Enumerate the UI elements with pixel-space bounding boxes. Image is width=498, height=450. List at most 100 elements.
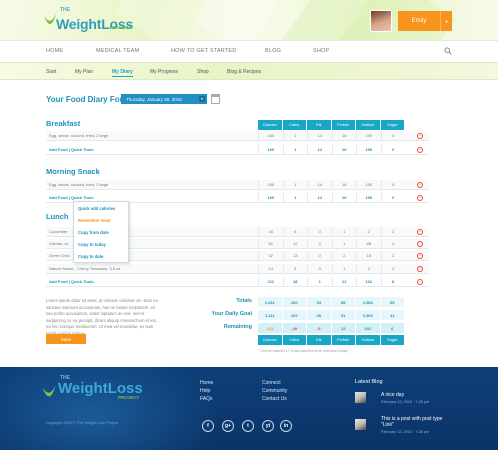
col-fat: Fat	[307, 335, 332, 345]
cell: 1,231	[258, 297, 283, 307]
cell: 12	[282, 238, 308, 249]
cell: 1	[282, 179, 308, 190]
cell: 2	[331, 250, 357, 261]
col-sodium: Sodium	[356, 335, 381, 345]
page-title: Your Food Diary For:	[46, 95, 126, 104]
calendar-icon[interactable]	[211, 94, 220, 104]
add-food-link[interactable]: Add Food | Quick Tools	[46, 279, 258, 284]
cell: 0	[307, 226, 332, 237]
search-icon[interactable]	[444, 47, 452, 55]
menu-item-copy-to-today[interactable]: Copy to today	[74, 238, 128, 250]
cell: 48	[282, 276, 308, 287]
cell: 1	[331, 263, 357, 274]
cell: 2	[356, 226, 381, 237]
footer-link-community[interactable]: Community	[262, 388, 287, 394]
chevron-down-icon: ▼	[440, 11, 452, 31]
cell: 6	[380, 323, 405, 333]
menu-item-quick-add[interactable]: Quick add calories	[74, 202, 128, 214]
swoosh-icon	[44, 14, 56, 24]
blog-post-title[interactable]: This is a post with post type "Link"	[381, 416, 451, 428]
menu-item-remember-meal[interactable]: Remember meal	[74, 214, 128, 226]
cell: 0	[307, 250, 332, 261]
nav-shop[interactable]: SHOP	[313, 48, 329, 54]
cell: 190	[356, 144, 381, 155]
cell: 32	[258, 250, 283, 261]
remove-icon[interactable]: −	[417, 195, 423, 201]
user-menu-button[interactable]: Emily ▼	[398, 11, 452, 31]
remove-icon[interactable]: −	[417, 241, 423, 247]
twitter-icon[interactable]: t	[242, 420, 254, 432]
cell: 1	[282, 144, 308, 155]
cell: 2	[380, 238, 406, 249]
col-protein: Protein	[331, 335, 356, 345]
menu-item-copy-to-date[interactable]: Copy to date	[74, 250, 128, 262]
remove-icon[interactable]: −	[417, 253, 423, 259]
add-food-link[interactable]: Add Food | Quick Tools	[46, 195, 258, 200]
site-logo[interactable]: THE WeightLoss PROJECT	[42, 7, 133, 32]
footer-link-contact[interactable]: Contact Us	[262, 396, 287, 402]
totals-label: Totals	[236, 298, 252, 304]
table-row: Nature Sweet - Cherry Tomatoes, 3.5 oz 1…	[46, 263, 429, 274]
blog-post-title[interactable]: A nice day	[381, 392, 404, 398]
nav-home[interactable]: HOME	[46, 48, 63, 54]
linkedin-icon[interactable]: in	[280, 420, 292, 432]
subnav-blog-recipes[interactable]: Blog & Recipes	[227, 69, 261, 75]
menu-item-copy-from-date[interactable]: Copy from date	[74, 226, 128, 238]
remove-icon[interactable]: −	[417, 266, 423, 272]
cell: 88	[356, 238, 381, 249]
cell: 190	[356, 130, 381, 141]
cell: 102	[282, 310, 307, 320]
cell: 2,300	[356, 310, 381, 320]
cell: 89	[331, 297, 356, 307]
remove-icon[interactable]: −	[417, 182, 423, 188]
date-select[interactable]: Thursday, January 28, 2016 ▼	[121, 94, 207, 104]
subnav-shop[interactable]: Shop	[197, 69, 209, 75]
footer-link-help[interactable]: Help	[200, 388, 210, 394]
food-name: Nature Sweet - Cherry Tomatoes, 3.5 oz	[49, 266, 121, 271]
blog-post-date: February 12, 2016 · 7:28 pm	[381, 430, 430, 434]
facebook-icon[interactable]: f	[202, 420, 214, 432]
remove-icon[interactable]: −	[417, 229, 423, 235]
cell: 2	[380, 250, 406, 261]
subnav-my-plan[interactable]: My Plan	[75, 69, 93, 75]
blog-thumbnail[interactable]	[355, 419, 366, 430]
google-plus-icon[interactable]: g+	[222, 420, 234, 432]
cell: 45	[307, 310, 332, 320]
col-calories: Calories	[258, 335, 283, 345]
save-button[interactable]: Save	[46, 334, 86, 344]
table-row: Egg, whole, cooked, fried, 2 large 160 1…	[46, 130, 429, 141]
site-footer: THE WeightLoss PROJECT Copyright 2016 © …	[0, 367, 498, 450]
blog-post-date: February 12, 2016 · 7:28 pm	[381, 400, 430, 404]
logo-project: PROJECT	[109, 25, 132, 30]
col-carbs: Carbs	[282, 335, 307, 345]
footer-link-home[interactable]: Home	[200, 380, 213, 386]
nav-blog[interactable]: BLOG	[265, 48, 281, 54]
cell: 0	[380, 130, 406, 141]
subnav-my-progress[interactable]: My Progress	[150, 69, 178, 75]
avatar[interactable]	[370, 10, 392, 32]
subnav-my-diary[interactable]: My Diary	[112, 69, 133, 77]
add-food-link[interactable]: Add Food | Quick Tools	[46, 147, 258, 152]
footer-link-connect[interactable]: Connect	[262, 380, 281, 386]
remove-icon[interactable]: −	[417, 279, 423, 285]
notes-text: Lorem ipsum dolor sit amet, at omnium no…	[46, 298, 158, 336]
nav-medical-team[interactable]: MEDICAL TEAM	[96, 48, 139, 54]
subnav-start[interactable]: Start	[46, 69, 57, 75]
cell: 8	[380, 276, 406, 287]
cell: 1	[307, 276, 332, 287]
blog-thumbnail[interactable]	[355, 392, 366, 403]
remove-icon[interactable]: −	[417, 147, 423, 153]
youtube-icon[interactable]: yt	[262, 420, 274, 432]
cell: 16	[331, 144, 357, 155]
cell: 190	[356, 179, 381, 190]
date-value: Thursday, January 28, 2016	[126, 96, 182, 102]
cell: 16	[258, 226, 283, 237]
table-row: Egg, whole, cooked, fried, 2 large 160 1…	[46, 179, 429, 190]
footer-link-faqs[interactable]: FAQs	[200, 396, 213, 402]
daily-goal-label: Your Daily Goal	[211, 311, 252, 317]
cell: 102	[356, 276, 381, 287]
cell: 4	[282, 226, 308, 237]
cell: -49	[282, 323, 307, 333]
nav-get-started[interactable]: HOW TO GET STARTED	[171, 48, 236, 54]
remove-icon[interactable]: −	[417, 133, 423, 139]
